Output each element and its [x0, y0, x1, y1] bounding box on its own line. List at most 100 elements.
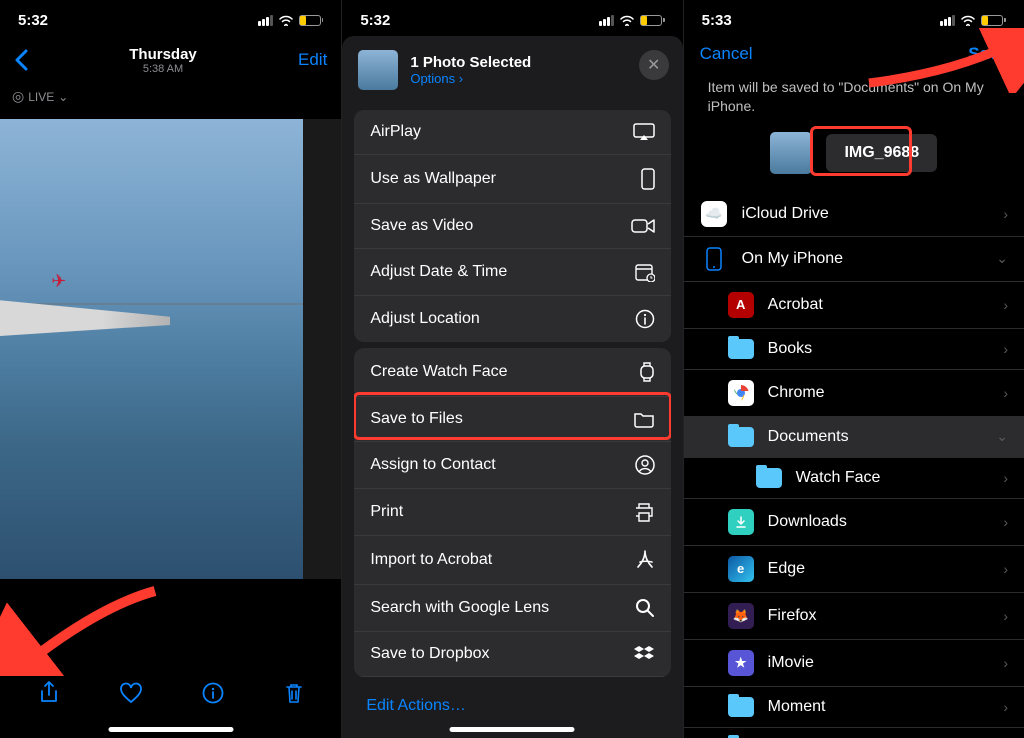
- action-dropbox[interactable]: Save to Dropbox: [354, 632, 670, 677]
- wifi-icon: [278, 14, 294, 26]
- folder-firefox[interactable]: 🦊Firefox›: [684, 593, 1024, 640]
- photo[interactable]: ✈: [0, 119, 341, 579]
- home-indicator[interactable]: [108, 727, 233, 732]
- battery-icon: [981, 15, 1006, 26]
- folder-books[interactable]: Books›: [684, 329, 1024, 370]
- folder-acrobat[interactable]: AAcrobat›: [684, 282, 1024, 329]
- time: 5:32: [360, 12, 390, 29]
- downloads-icon: [728, 509, 754, 535]
- chevron-right-icon: ›: [1003, 206, 1008, 222]
- folder-icon: [633, 410, 655, 428]
- video-icon: [631, 218, 655, 234]
- print-icon: [633, 502, 655, 522]
- live-badge[interactable]: ◎ LIVE ⌄: [0, 84, 341, 109]
- chrome-app-icon: [728, 380, 754, 406]
- action-save-video[interactable]: Save as Video: [354, 204, 670, 249]
- photo-thumbnail: [358, 50, 398, 90]
- folder-edge[interactable]: eEdge›: [684, 546, 1024, 593]
- action-watch-face[interactable]: Create Watch Face: [354, 348, 670, 397]
- chevron-right-icon: ›: [1003, 470, 1008, 486]
- nav-bar: Thursday 5:38 AM Edit: [0, 36, 341, 84]
- folder-watch-face[interactable]: Watch Face›: [684, 458, 1024, 499]
- status-icons: [599, 14, 665, 26]
- close-button[interactable]: ✕: [639, 50, 669, 80]
- action-import-acrobat[interactable]: Import to Acrobat: [354, 536, 670, 585]
- heart-button[interactable]: [119, 682, 143, 704]
- airplay-icon: [633, 123, 655, 141]
- battery-icon: [640, 15, 665, 26]
- folder-icon: [728, 339, 754, 359]
- firefox-app-icon: 🦊: [728, 603, 754, 629]
- signal-icon: [599, 15, 614, 26]
- chevron-down-icon: ⌄: [996, 428, 1008, 445]
- chevron-right-icon: ›: [1003, 297, 1008, 313]
- location-list: ☁️ iCloud Drive › On My iPhone ⌄ AAcroba…: [684, 192, 1024, 738]
- action-save-to-files[interactable]: Save to Files: [354, 397, 670, 442]
- action-airplay[interactable]: AirPlay: [354, 110, 670, 155]
- search-icon: [635, 598, 655, 618]
- folder-chrome[interactable]: Chrome›: [684, 370, 1024, 417]
- status-bar: 5:32: [342, 0, 682, 36]
- sheet-title: 1 Photo Selected: [410, 54, 531, 71]
- imovie-app-icon: ★: [728, 650, 754, 676]
- calendar-icon: [635, 262, 655, 282]
- back-button[interactable]: [14, 49, 28, 71]
- nav-subtitle: 5:38 AM: [129, 63, 197, 75]
- action-google-lens[interactable]: Search with Google Lens: [354, 585, 670, 632]
- action-adjust-location[interactable]: Adjust Location: [354, 296, 670, 342]
- contact-icon: [635, 455, 655, 475]
- nav-title-area: Thursday 5:38 AM: [129, 46, 197, 75]
- options-link[interactable]: Options ›: [410, 71, 531, 86]
- toolbar: [0, 662, 341, 724]
- save-button[interactable]: Save: [968, 44, 1008, 64]
- edge-app-icon: e: [728, 556, 754, 582]
- cancel-button[interactable]: Cancel: [700, 44, 753, 64]
- status-icons: [258, 14, 324, 26]
- phone-icon: [641, 168, 655, 190]
- action-assign-contact[interactable]: Assign to Contact: [354, 442, 670, 489]
- file-thumbnail: [770, 132, 812, 174]
- battery-icon: [299, 15, 324, 26]
- icloud-icon: ☁️: [700, 202, 728, 226]
- location-on-iphone[interactable]: On My iPhone ⌄: [684, 237, 1024, 282]
- chevron-down-icon: ⌄: [58, 90, 68, 104]
- status-bar: 5:32: [0, 0, 341, 36]
- share-sheet: 1 Photo Selected Options › ✕ AirPlay Use…: [342, 36, 682, 738]
- action-print[interactable]: Print: [354, 489, 670, 536]
- share-sheet-screen: 5:32 1 Photo Selected Options › ✕ AirPla…: [341, 0, 682, 738]
- filename-field[interactable]: IMG_9688: [826, 134, 937, 172]
- time: 5:33: [702, 12, 732, 29]
- edit-button[interactable]: Edit: [298, 50, 327, 70]
- watch-icon: [639, 361, 655, 383]
- home-indicator[interactable]: [450, 727, 575, 732]
- live-label: LIVE: [28, 90, 54, 104]
- share-button[interactable]: [38, 680, 60, 706]
- folder-icon: [728, 427, 754, 447]
- sheet-header: 1 Photo Selected Options › ✕: [342, 36, 682, 104]
- chevron-down-icon: ⌄: [996, 250, 1008, 267]
- info-button[interactable]: [202, 682, 224, 704]
- file-preview: IMG_9688: [684, 132, 1024, 174]
- chevron-right-icon: ›: [1003, 385, 1008, 401]
- folder-numbers[interactable]: Numbers›: [684, 728, 1024, 738]
- folder-downloads[interactable]: Downloads›: [684, 499, 1024, 546]
- folder-icon: [756, 468, 782, 488]
- iphone-icon: [700, 247, 728, 271]
- folder-moment[interactable]: Moment›: [684, 687, 1024, 728]
- action-adjust-date[interactable]: Adjust Date & Time: [354, 249, 670, 296]
- photos-screen: 5:32 Thursday 5:38 AM Edit ◎ LIVE ⌄ ✈: [0, 0, 341, 738]
- signal-icon: [940, 15, 955, 26]
- action-group-1: AirPlay Use as Wallpaper Save as Video A…: [354, 110, 670, 342]
- action-wallpaper[interactable]: Use as Wallpaper: [354, 155, 670, 204]
- chevron-right-icon: ›: [1003, 341, 1008, 357]
- chevron-right-icon: ›: [1003, 561, 1008, 577]
- folder-imovie[interactable]: ★iMovie›: [684, 640, 1024, 687]
- folder-documents[interactable]: Documents⌄: [684, 417, 1024, 458]
- files-nav: Cancel Save: [684, 36, 1024, 72]
- edit-actions-link[interactable]: Edit Actions…: [342, 683, 682, 729]
- trash-button[interactable]: [284, 681, 304, 705]
- time: 5:32: [18, 12, 48, 29]
- location-icloud[interactable]: ☁️ iCloud Drive ›: [684, 192, 1024, 237]
- chevron-right-icon: ›: [1003, 608, 1008, 624]
- signal-icon: [258, 15, 273, 26]
